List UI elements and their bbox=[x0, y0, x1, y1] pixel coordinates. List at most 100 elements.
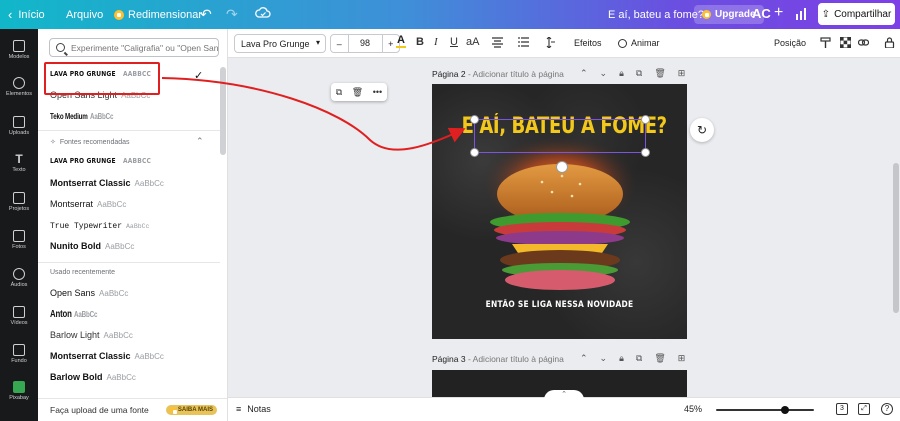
font-item-nunito-bold[interactable]: Nunito Bold AaBbCc bbox=[50, 238, 134, 254]
effects-button[interactable]: Efeitos bbox=[574, 38, 602, 48]
chevron-down-icon[interactable]: ⌄ bbox=[600, 68, 608, 79]
spacing-icon[interactable] bbox=[544, 37, 555, 48]
chevron-down-icon[interactable]: ⌄ bbox=[600, 353, 608, 364]
rail-item-pixabay[interactable]: Pixabay bbox=[0, 376, 38, 412]
bold-button[interactable]: B bbox=[416, 36, 424, 48]
rail-item-audio[interactable]: Áudios bbox=[0, 263, 38, 299]
canvas-scrollbar[interactable] bbox=[893, 163, 899, 313]
selection-box[interactable] bbox=[471, 116, 649, 172]
case-button[interactable]: aA bbox=[466, 36, 479, 48]
rail-item-text[interactable]: T Texto bbox=[0, 148, 38, 184]
photo-icon bbox=[13, 230, 25, 242]
trash-icon[interactable]: 🗑︎ bbox=[352, 87, 363, 98]
chevron-up-icon[interactable]: ⌃ bbox=[580, 68, 588, 79]
refresh-icon[interactable]: ↻ bbox=[690, 118, 714, 142]
font-search[interactable] bbox=[49, 38, 219, 57]
duplicate-icon[interactable]: ⧉ bbox=[636, 353, 642, 364]
font-search-input[interactable] bbox=[71, 42, 218, 53]
help-icon[interactable]: ? bbox=[881, 403, 893, 415]
trash-icon[interactable]: 🗑︎ bbox=[654, 68, 665, 79]
font-item-true-typewriter[interactable]: True Typewriter AaBbCc bbox=[50, 218, 149, 234]
page-count-button[interactable]: 3 bbox=[836, 403, 848, 415]
file-menu-button[interactable]: Arquivo bbox=[66, 9, 103, 21]
chevron-up-icon[interactable]: ⌃ bbox=[196, 136, 204, 147]
cloud-save-icon[interactable] bbox=[255, 6, 271, 20]
page-3-title-input[interactable]: - Adicionar título à página bbox=[468, 354, 564, 364]
text-toolbar: Lava Pro Grunge ▾ – 98 + A B I U aA Efei… bbox=[228, 29, 900, 58]
font-item-anton[interactable]: Anton AaBbCc bbox=[50, 306, 104, 322]
show-pages-button[interactable]: ⌃ bbox=[544, 390, 584, 400]
list-icon[interactable] bbox=[518, 37, 529, 48]
lock-icon[interactable] bbox=[884, 37, 895, 48]
transparency-icon[interactable] bbox=[840, 37, 851, 48]
document-title[interactable]: E aí, bateu a fome? bbox=[608, 9, 704, 21]
resize-handle[interactable] bbox=[471, 149, 478, 156]
font-item-montserrat[interactable]: Montserrat AaBbCc bbox=[50, 196, 126, 212]
undo-icon[interactable]: ↶ bbox=[200, 6, 212, 23]
rail-item-videos[interactable]: Vídeos bbox=[0, 301, 38, 337]
italic-button[interactable]: I bbox=[434, 36, 438, 48]
underline-button[interactable]: U bbox=[450, 36, 458, 48]
duplicate-icon[interactable]: ⧉ bbox=[636, 68, 642, 79]
zoom-value[interactable]: 45% bbox=[684, 404, 702, 414]
resize-button[interactable]: Redimensionar bbox=[114, 9, 202, 21]
animate-button[interactable]: Animar bbox=[618, 38, 660, 48]
add-page-icon[interactable]: ⊞ bbox=[678, 353, 686, 364]
trash-icon[interactable]: 🗑︎ bbox=[654, 353, 665, 364]
add-page-icon[interactable]: ⊞ bbox=[678, 68, 686, 79]
rail-item-elements[interactable]: Elementos bbox=[0, 72, 38, 108]
font-name: Barlow Light bbox=[50, 330, 100, 340]
font-size-value[interactable]: 98 bbox=[347, 35, 383, 52]
learn-more-badge[interactable]: SAIBA MAIS bbox=[165, 405, 217, 415]
font-item-montserrat-classic-recent[interactable]: Montserrat Classic AaBbCc bbox=[50, 348, 164, 364]
more-icon[interactable]: ••• bbox=[373, 87, 382, 97]
zoom-slider-knob[interactable] bbox=[780, 406, 789, 414]
text-color-button[interactable]: A bbox=[396, 34, 406, 48]
add-collaborator-icon[interactable]: + bbox=[774, 4, 783, 22]
link-icon[interactable] bbox=[858, 37, 869, 48]
resize-handle[interactable] bbox=[471, 116, 478, 123]
zoom-slider[interactable] bbox=[716, 406, 814, 414]
rail-item-projects[interactable]: Projetos bbox=[0, 187, 38, 223]
panel-scrollbar[interactable] bbox=[220, 67, 226, 155]
resize-handle[interactable] bbox=[642, 116, 649, 123]
paint-roller-icon[interactable] bbox=[820, 37, 831, 48]
font-item-montserrat-classic[interactable]: Montserrat Classic AaBbCc bbox=[50, 175, 164, 191]
notes-button[interactable]: ≡ Notas bbox=[236, 404, 271, 414]
avatar[interactable]: AC bbox=[752, 6, 771, 21]
redo-icon[interactable]: ↷ bbox=[226, 6, 238, 23]
rail-item-uploads[interactable]: Uploads bbox=[0, 111, 38, 147]
font-item-lava-pro-grunge-rec[interactable]: LAVA PRO GRUNGE AABBCC bbox=[50, 153, 156, 169]
duplicate-icon[interactable]: ⧉ bbox=[336, 87, 342, 98]
rail-item-photos[interactable]: Fotos bbox=[0, 225, 38, 261]
font-item-barlow-bold[interactable]: Barlow Bold AaBbCc bbox=[50, 369, 136, 385]
font-item-barlow-light[interactable]: Barlow Light AaBbCc bbox=[50, 327, 133, 343]
design-page-2[interactable]: E AÍ, BATEU A FOME? ENTÃO SE LIGA NESSA … bbox=[432, 84, 687, 339]
share-icon: ⇪ bbox=[821, 8, 831, 20]
rail-item-models[interactable]: Modelos bbox=[0, 35, 38, 71]
home-button[interactable]: ‹ Início bbox=[8, 7, 45, 22]
resize-handle[interactable] bbox=[642, 149, 649, 156]
font-item-teko-medium[interactable]: Teko Medium AaBbCc bbox=[50, 108, 120, 124]
font-family-select[interactable]: Lava Pro Grunge ▾ bbox=[234, 34, 326, 53]
decrease-size-button[interactable]: – bbox=[331, 39, 348, 49]
rotate-handle[interactable] bbox=[557, 162, 567, 172]
share-button[interactable]: ⇪ Compartilhar bbox=[818, 3, 895, 25]
fullscreen-icon[interactable]: ⤢ bbox=[858, 403, 870, 415]
page-3-tools: ⌃ ⌄ 🔒︎ ⧉ 🗑︎ ⊞ bbox=[580, 353, 685, 364]
position-button[interactable]: Posição bbox=[774, 38, 806, 48]
page-2-title-input[interactable]: - Adicionar título à página bbox=[468, 69, 564, 79]
lock-icon[interactable]: 🔒︎ bbox=[619, 68, 624, 79]
font-name: Barlow Bold bbox=[50, 372, 103, 382]
upload-font-button[interactable]: Faça upload de uma fonte SAIBA MAIS bbox=[38, 398, 227, 421]
insights-icon[interactable] bbox=[796, 8, 806, 20]
font-item-open-sans[interactable]: Open Sans AaBbCc bbox=[50, 285, 128, 301]
top-bar: ‹ Início Arquivo Redimensionar ↶ ↷ E aí,… bbox=[0, 0, 900, 29]
chevron-up-icon[interactable]: ⌃ bbox=[580, 353, 588, 364]
lock-icon[interactable]: 🔒︎ bbox=[619, 353, 624, 364]
font-name: Montserrat bbox=[50, 199, 94, 209]
align-center-icon[interactable] bbox=[492, 37, 503, 48]
subline-text[interactable]: ENTÃO SE LIGA NESSA NOVIDADE bbox=[447, 300, 671, 310]
font-size-stepper[interactable]: – 98 + bbox=[330, 34, 400, 53]
rail-item-background[interactable]: Fundo bbox=[0, 339, 38, 375]
